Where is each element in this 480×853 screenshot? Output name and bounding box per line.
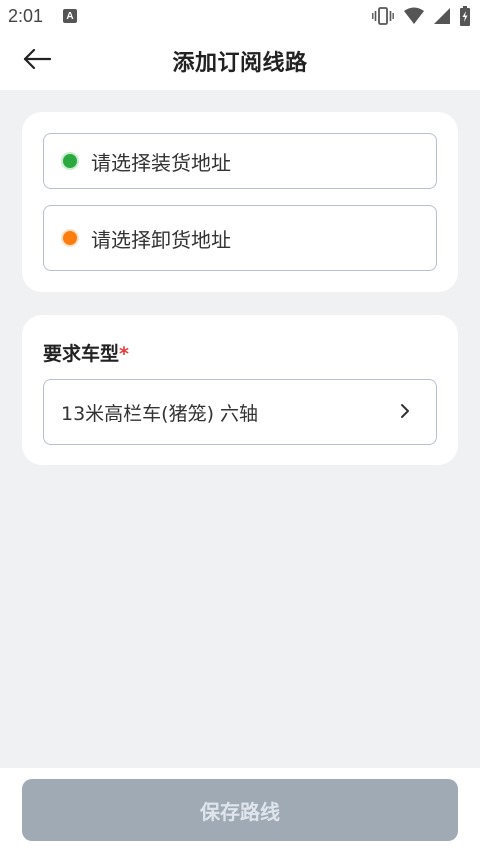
app-bar: 添加订阅线路 [0,32,480,90]
status-time: 2:01 [8,5,44,26]
battery-charging-icon [460,6,470,26]
notification-icon: A [63,9,78,23]
status-bar: 2:01 A [0,0,480,32]
arrow-left-icon [23,48,52,73]
chevron-right-icon [400,400,410,424]
page-title: 添加订阅线路 [172,51,308,76]
bottom-bar: 保存路线 [0,768,480,853]
vehicle-type-label-text: 要求车型 [43,343,120,365]
vehicle-type-card: 要求车型* 13米高栏车(猪笼) 六轴 [22,315,458,465]
status-icons [372,6,470,26]
unload-dot-icon [63,231,77,245]
vibrate-icon [372,7,394,25]
back-button[interactable] [20,46,54,76]
load-dot-icon [63,154,77,168]
load-address-field[interactable]: 请选择装货地址 [43,133,437,189]
vehicle-type-value: 13米高栏车(猪笼) 六轴 [61,402,259,425]
unload-address-field[interactable]: 请选择卸货地址 [43,205,437,271]
vehicle-type-label: 要求车型* [43,339,129,366]
wifi-icon [404,7,424,25]
address-card: 请选择装货地址 请选择卸货地址 [22,112,458,292]
save-route-button[interactable]: 保存路线 [22,779,458,841]
vehicle-type-selector[interactable]: 13米高栏车(猪笼) 六轴 [43,379,437,445]
load-address-placeholder: 请选择装货地址 [91,150,231,175]
unload-address-placeholder: 请选择卸货地址 [91,227,231,252]
required-mark: * [119,343,129,365]
signal-icon [434,7,450,25]
